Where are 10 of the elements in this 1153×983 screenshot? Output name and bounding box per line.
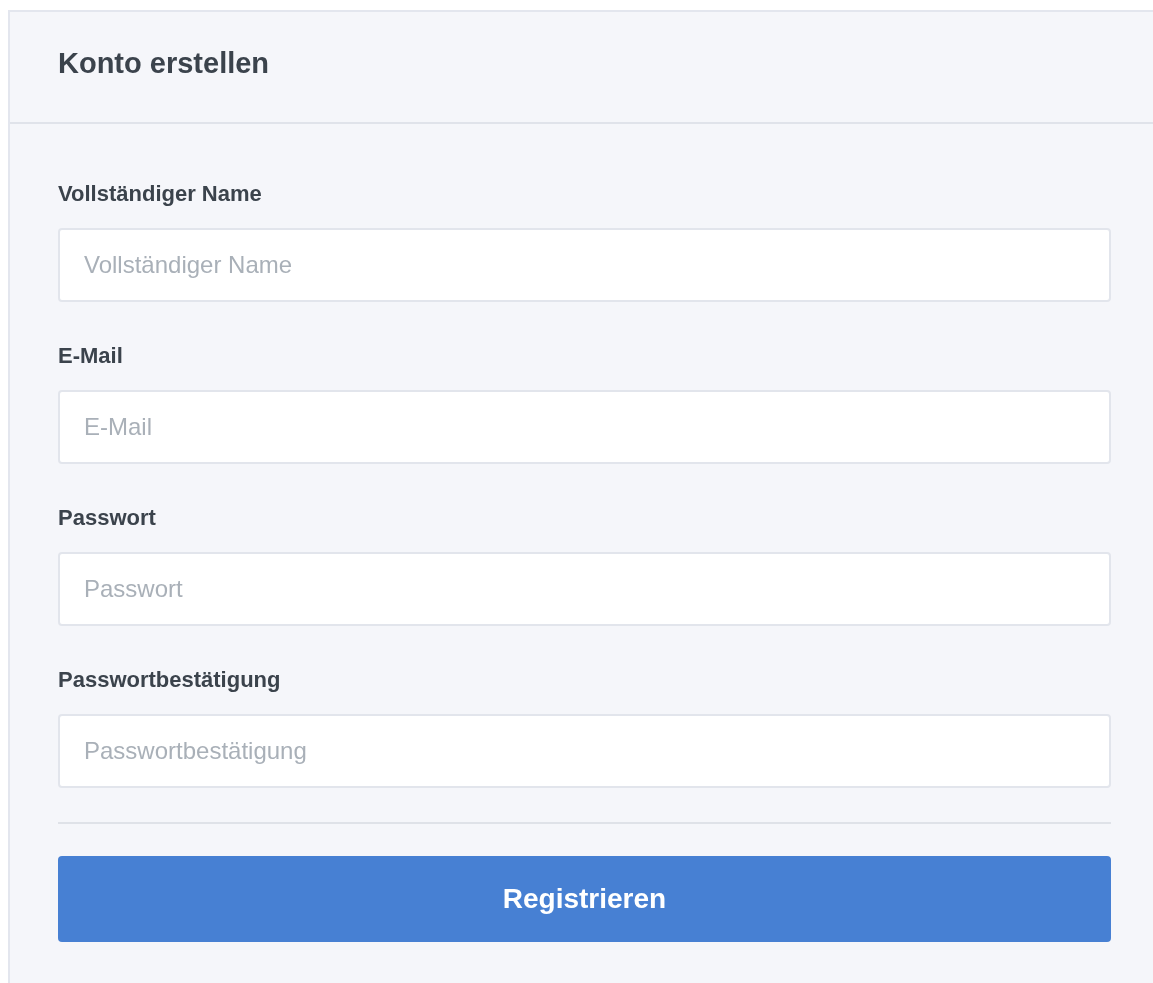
field-label: Passwortbestätigung bbox=[58, 666, 282, 694]
field-label: Passwort bbox=[58, 504, 157, 532]
field-label: E-Mail bbox=[58, 342, 124, 370]
input-field[interactable]: Vollständiger Name bbox=[58, 228, 1111, 302]
register-button[interactable]: Registrieren bbox=[58, 856, 1111, 942]
input-field[interactable]: E-Mail bbox=[58, 390, 1111, 464]
card-title: Konto erstellen bbox=[58, 46, 270, 80]
input-field[interactable]: Passwortbestätigung bbox=[58, 714, 1111, 788]
input-field[interactable]: Passwort bbox=[58, 552, 1111, 626]
field-label: Vollständiger Name bbox=[58, 180, 263, 208]
